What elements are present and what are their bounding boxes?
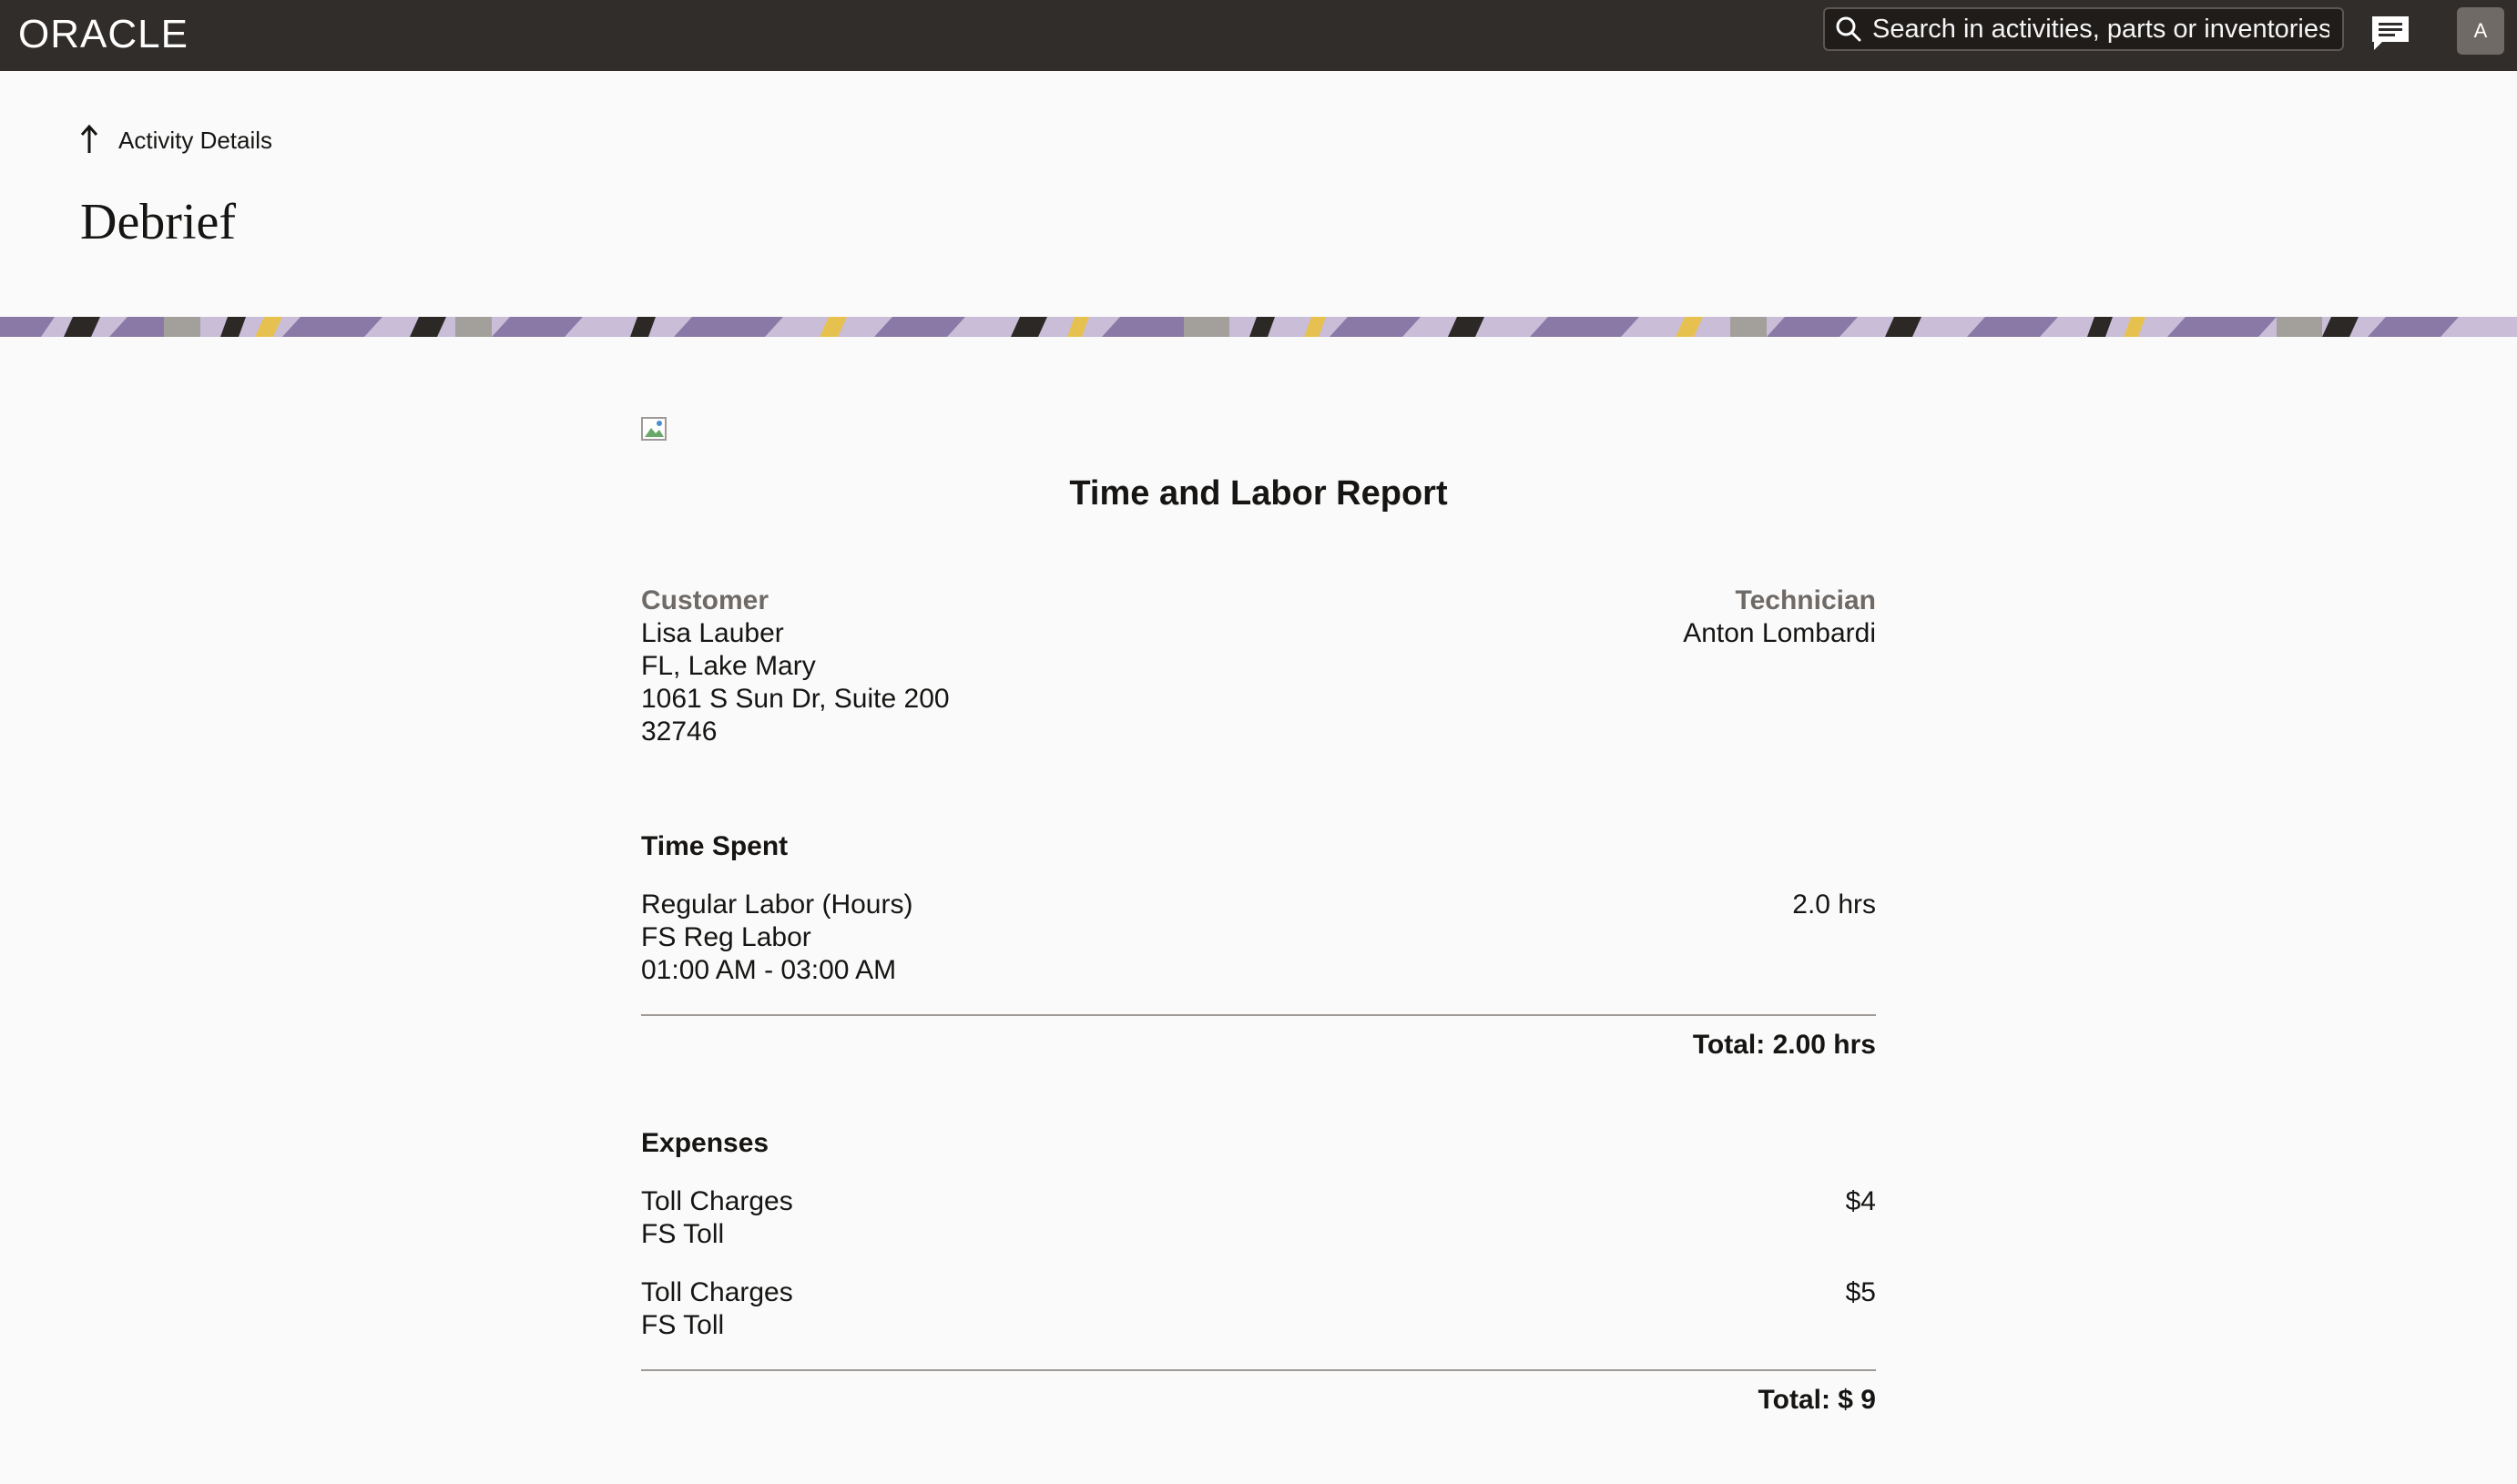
time-spent-divider xyxy=(641,1014,1876,1016)
search-input[interactable] xyxy=(1872,14,2329,45)
arrow-up-icon xyxy=(78,124,100,157)
customer-block: Customer Lisa Lauber FL, Lake Mary 1061 … xyxy=(641,584,950,748)
expenses-divider xyxy=(641,1369,1876,1371)
technician-block: Technician Anton Lombardi xyxy=(1683,584,1876,650)
report-title: Time and Labor Report xyxy=(1069,474,1448,513)
time-spent-heading: Time Spent xyxy=(641,831,789,861)
expense-item: FS Toll xyxy=(641,1219,725,1249)
chat-icon xyxy=(2369,14,2411,58)
expenses-heading: Expenses xyxy=(641,1128,769,1158)
technician-heading: Technician xyxy=(1735,585,1876,615)
back-to-activity-details[interactable]: Activity Details xyxy=(78,124,272,157)
expenses-total: Total: $ 9 xyxy=(1758,1385,1876,1415)
time-spent-total: Total: 2.00 hrs xyxy=(1692,1030,1876,1060)
customer-heading: Customer xyxy=(641,585,769,615)
technician-name: Anton Lombardi xyxy=(1683,618,1876,648)
expense-item: FS Toll xyxy=(641,1310,725,1340)
time-entry-range: 01:00 AM - 03:00 AM xyxy=(641,955,897,985)
oracle-logo[interactable]: ORACLE xyxy=(18,15,189,55)
time-entry-type: Regular Labor (Hours) xyxy=(641,889,913,920)
top-bar: ORACLE A xyxy=(0,0,2517,71)
messages-button[interactable] xyxy=(2364,9,2417,62)
expense-value: $4 xyxy=(1845,1186,1876,1216)
back-link-label: Activity Details xyxy=(118,126,273,154)
user-avatar[interactable]: A xyxy=(2457,7,2504,55)
customer-name: Lisa Lauber xyxy=(641,618,784,648)
search-icon xyxy=(1825,9,1872,49)
page-title: Debrief xyxy=(80,194,237,250)
broken-image-icon xyxy=(641,417,668,442)
expense-type: Toll Charges xyxy=(641,1186,793,1216)
customer-address: 1061 S Sun Dr, Suite 200 xyxy=(641,684,950,714)
customer-zip: 32746 xyxy=(641,717,718,747)
global-search[interactable] xyxy=(1823,7,2344,51)
expense-value: $5 xyxy=(1845,1277,1876,1307)
decorative-banner xyxy=(0,317,2517,337)
expense-type: Toll Charges xyxy=(641,1277,793,1307)
time-entry-value: 2.0 hrs xyxy=(1792,889,1876,920)
customer-city: FL, Lake Mary xyxy=(641,651,816,681)
time-entry-item: FS Reg Labor xyxy=(641,922,811,952)
